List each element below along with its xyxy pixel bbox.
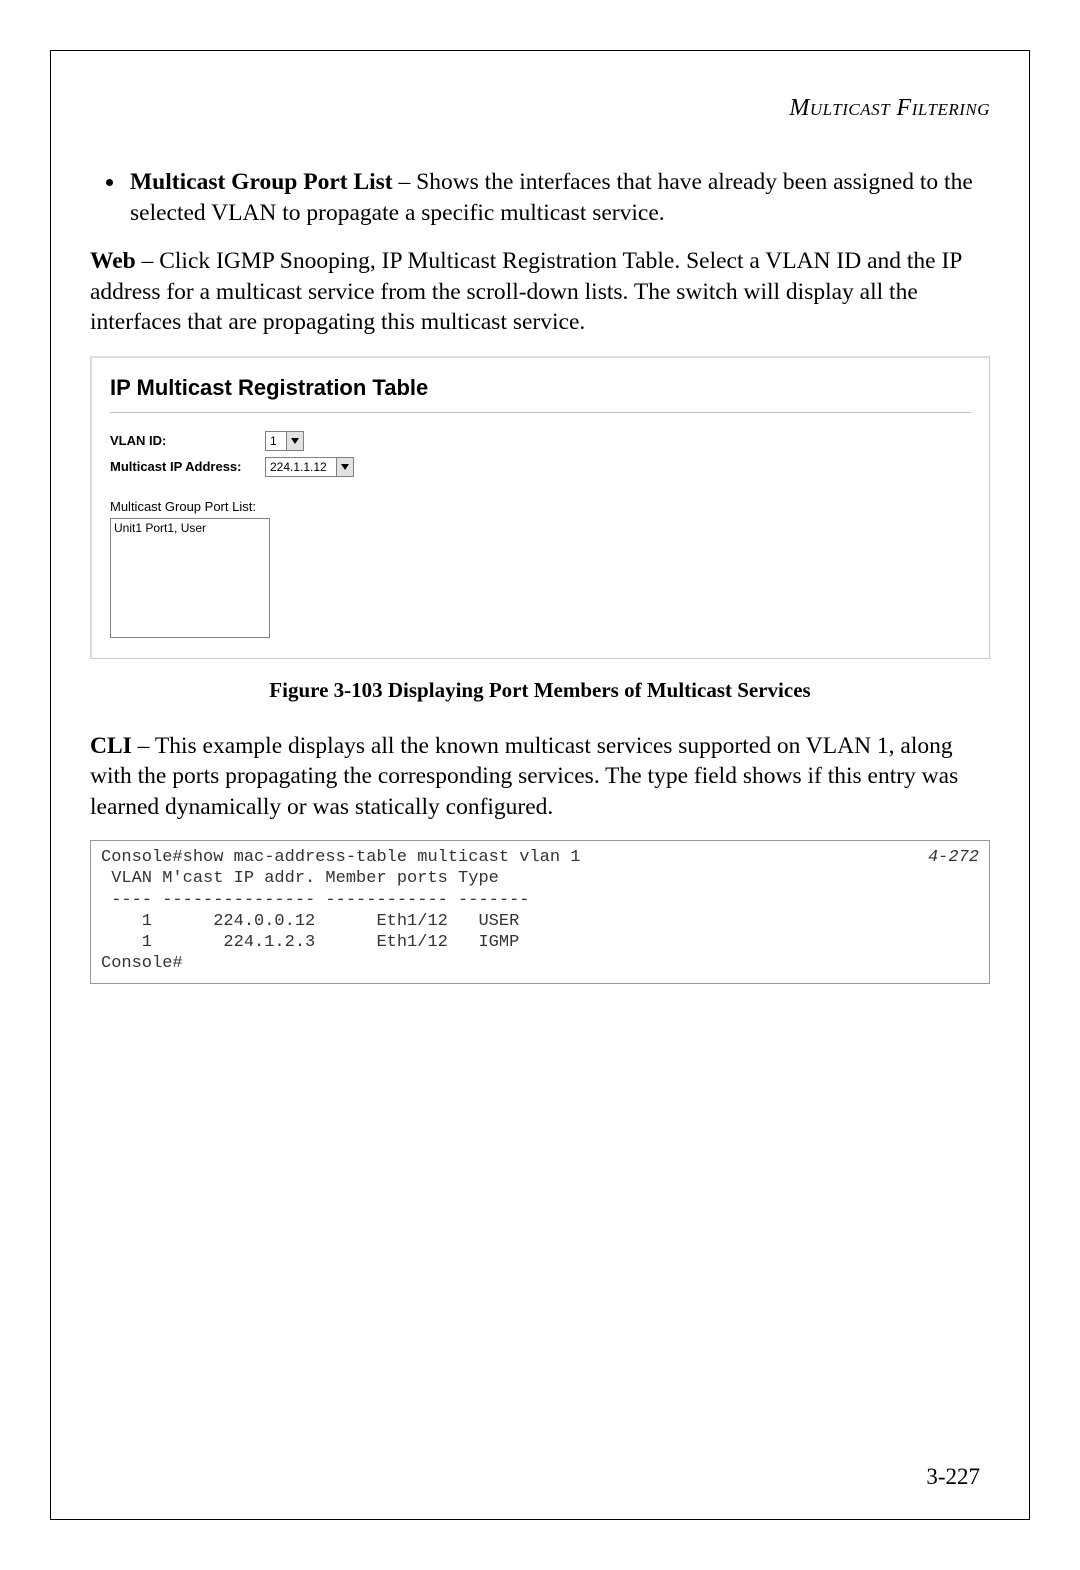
bullet-item: Multicast Group Port List – Shows the in… — [126, 167, 990, 228]
web-rest: – Click IGMP Snooping, IP Multicast Regi… — [90, 248, 962, 335]
web-lead: Web — [90, 248, 136, 274]
cli-line: ---- --------------- ------------ ------… — [101, 891, 529, 910]
multicast-ip-value: 224.1.1.12 — [266, 458, 336, 476]
vlan-id-value: 1 — [266, 432, 286, 450]
cli-line: VLAN M'cast IP addr. Member ports Type — [101, 869, 499, 888]
vlan-id-label: VLAN ID: — [110, 433, 265, 450]
ui-title: IP Multicast Registration Table — [110, 374, 971, 403]
cli-line: 1 224.1.2.3 Eth1/12 IGMP — [101, 933, 519, 952]
bullet-term: Multicast Group Port List — [130, 169, 393, 195]
ui-panel: IP Multicast Registration Table VLAN ID:… — [90, 356, 990, 659]
vlan-row: VLAN ID: 1 — [110, 431, 971, 451]
cli-rest: – This example displays all the known mu… — [90, 733, 958, 820]
multicast-ip-label: Multicast IP Address: — [110, 459, 265, 476]
bullet-list: Multicast Group Port List – Shows the in… — [90, 167, 990, 228]
body-content: Multicast Group Port List – Shows the in… — [90, 167, 990, 984]
multicast-ip-row: Multicast IP Address: 224.1.1.12 — [110, 457, 971, 477]
cli-line: 1 224.0.0.12 Eth1/12 USER — [101, 912, 519, 931]
cli-line: Console# — [101, 954, 183, 973]
cli-paragraph: CLI – This example displays all the know… — [90, 731, 990, 823]
cli-crossref: 4-272 — [928, 847, 979, 868]
ui-divider — [110, 412, 971, 413]
figure-caption: Figure 3-103 Displaying Port Members of … — [90, 677, 990, 704]
web-paragraph: Web – Click IGMP Snooping, IP Multicast … — [90, 246, 990, 338]
cli-lead: CLI — [90, 733, 132, 759]
vlan-id-dropdown[interactable]: 1 — [265, 431, 304, 451]
page-sheet: Multicast Filtering Multicast Group Port… — [0, 0, 1080, 1570]
port-list-item: Unit1 Port1, User — [114, 521, 266, 537]
cli-output-block: 4-272 Console#show mac-address-table mult… — [90, 840, 990, 984]
running-header: Multicast Filtering — [90, 95, 990, 122]
multicast-ip-dropdown[interactable]: 224.1.1.12 — [265, 457, 354, 477]
port-list-label: Multicast Group Port List: — [110, 499, 971, 516]
port-list-box[interactable]: Unit1 Port1, User — [110, 518, 270, 638]
chevron-down-icon — [336, 458, 353, 476]
chevron-down-icon — [286, 432, 303, 450]
cli-line: Console#show mac-address-table multicast… — [101, 848, 580, 867]
page-number: 3-227 — [926, 1464, 980, 1490]
